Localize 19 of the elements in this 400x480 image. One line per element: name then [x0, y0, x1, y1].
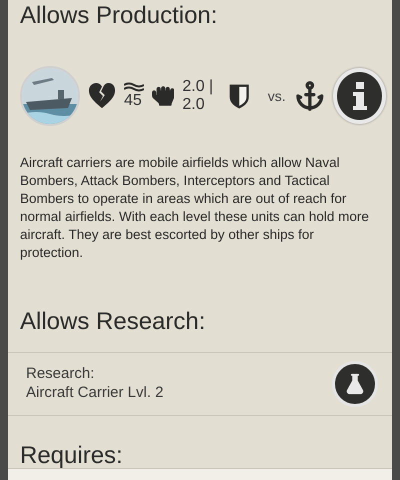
- research-label: Research:: [26, 364, 96, 384]
- anchor-icon: [294, 79, 326, 113]
- attack-value: 2.0 |: [182, 78, 214, 96]
- attack-value: 2.0: [182, 96, 206, 114]
- research-button[interactable]: [332, 360, 378, 407]
- unit-description: Aircraft carriers are mobile airfields which allow Naval Bombers, Attack Bombers, Interceptors and Tactical Bombers to operate in areas which are out of reach for normal airfields. With each level these units can hold more aircraft. They are best escorted by other ships for protection.: [20, 154, 370, 262]
- section-heading: Requires:: [19, 444, 124, 468]
- broken-heart-icon: [88, 82, 116, 110]
- shield-icon: [229, 83, 250, 109]
- section-heading: Allows Research:: [19, 310, 206, 334]
- waves-icon: [124, 82, 144, 92]
- flask-icon: [344, 372, 366, 395]
- speed-value: 45: [124, 92, 143, 110]
- fist-icon: [152, 84, 174, 108]
- versus-label: vs.: [268, 88, 286, 104]
- research-name: Aircraft Carrier Lvl. 2: [26, 384, 165, 402]
- section-heading: Allows Production:: [19, 4, 218, 28]
- info-button[interactable]: [333, 68, 386, 124]
- info-icon: [350, 82, 369, 110]
